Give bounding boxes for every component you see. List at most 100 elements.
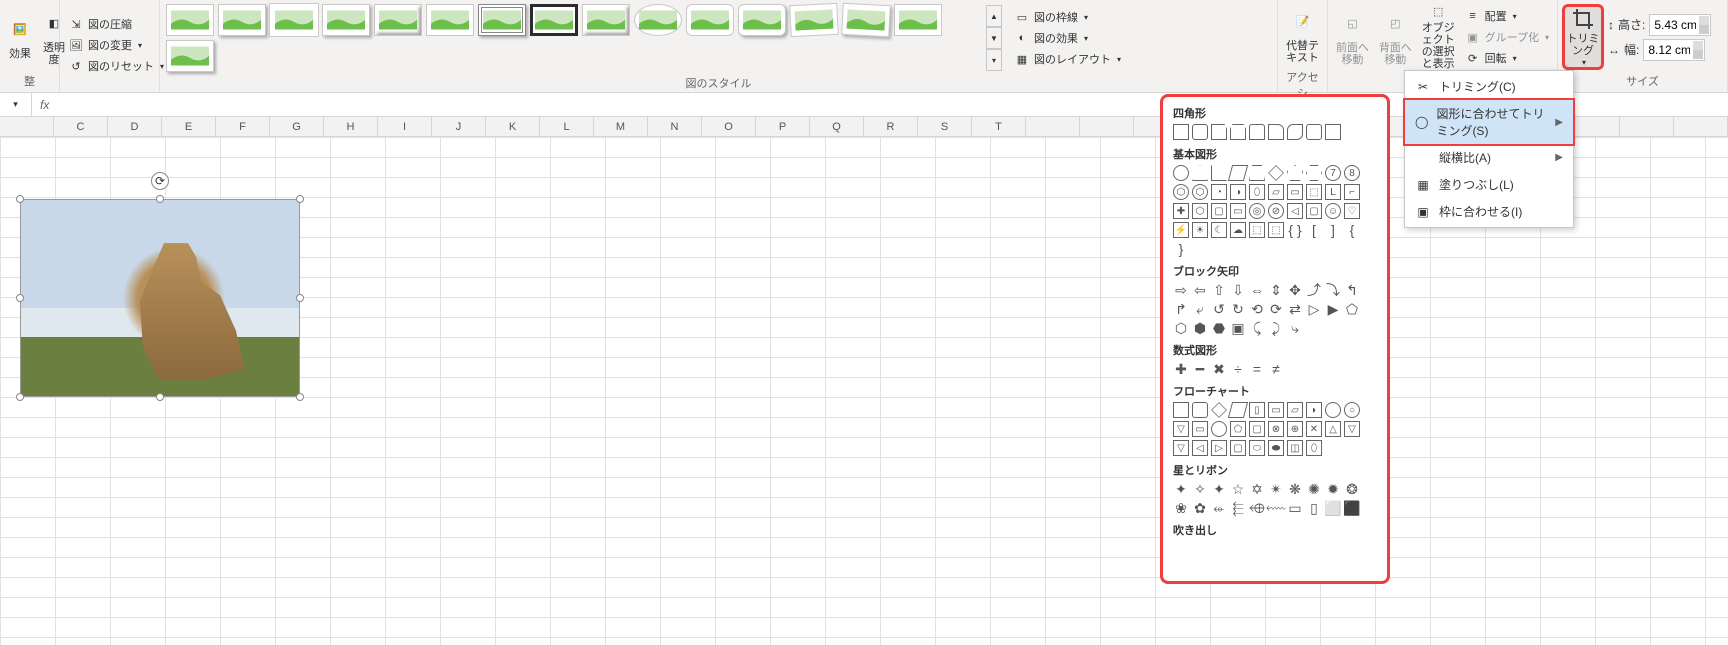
column-header[interactable] (1620, 117, 1674, 136)
rotation-handle[interactable]: ⟳ (151, 172, 169, 190)
shape-c6[interactable]: ♡ (1344, 203, 1360, 219)
column-header[interactable]: P (756, 117, 810, 136)
shape-st[interactable]: ❀ (1173, 500, 1189, 516)
gallery-scroll[interactable]: ▲ ▼ ▾ (986, 5, 1002, 71)
shape-roundrect[interactable] (1192, 124, 1208, 140)
resize-handle[interactable] (156, 195, 164, 203)
resize-handle[interactable] (16, 195, 24, 203)
shape-rb[interactable]: ▭ (1287, 500, 1303, 516)
column-header[interactable] (0, 117, 54, 136)
shape-ar[interactable]: ⇩ (1230, 282, 1246, 298)
shape-fc[interactable]: ✕ (1306, 421, 1322, 437)
column-header[interactable]: F (216, 117, 270, 136)
shape-fc[interactable] (1325, 402, 1341, 418)
shape-fc[interactable] (1173, 402, 1189, 418)
style-thumb[interactable] (166, 4, 214, 36)
shape-brace4[interactable]: { (1344, 222, 1360, 238)
shape-b10[interactable]: ⬡ (1192, 203, 1208, 219)
style-thumb[interactable] (582, 4, 630, 36)
column-header[interactable] (1080, 117, 1134, 136)
shape-hex[interactable] (1306, 165, 1322, 181)
shape-fc[interactable]: ▯ (1249, 402, 1265, 418)
crop-menu-crop[interactable]: ✂トリミング(C) (1405, 73, 1573, 100)
shape-rect[interactable] (1173, 124, 1189, 140)
shape-st[interactable]: ✡ (1249, 481, 1265, 497)
shape-ar[interactable]: ⬠ (1344, 301, 1360, 317)
picture-effects-button[interactable]: ◐図の効果▾ (1010, 28, 1125, 48)
resize-handle[interactable] (16, 393, 24, 401)
column-header[interactable]: R (864, 117, 918, 136)
column-header[interactable]: I (378, 117, 432, 136)
shape-st[interactable]: ✦ (1173, 481, 1189, 497)
shape-fc[interactable]: ⊗ (1268, 421, 1284, 437)
shape-b12[interactable]: ▭ (1230, 203, 1246, 219)
shape-n12[interactable]: ⬡ (1192, 184, 1208, 200)
resize-handle[interactable] (296, 294, 304, 302)
style-thumb[interactable] (841, 3, 891, 37)
column-header[interactable]: N (648, 117, 702, 136)
shape-c11[interactable]: ⬚ (1249, 222, 1265, 238)
shape-rb[interactable]: ▯ (1306, 500, 1322, 516)
style-thumb[interactable] (894, 4, 942, 36)
shape-fc[interactable]: ⬠ (1230, 421, 1246, 437)
shape-rb[interactable]: ⬱ (1230, 500, 1246, 516)
fx-icon[interactable]: fx (32, 98, 57, 112)
height-input[interactable] (1649, 14, 1711, 36)
gallery-down-icon[interactable]: ▼ (986, 27, 1002, 49)
column-header[interactable]: L (540, 117, 594, 136)
shape-c4[interactable]: ▢ (1306, 203, 1322, 219)
shape-fc[interactable]: ▢ (1249, 421, 1265, 437)
shape-fc[interactable]: ⬬ (1268, 440, 1284, 456)
shape-brace1[interactable]: { } (1287, 222, 1303, 238)
shape-st[interactable]: ✧ (1192, 481, 1208, 497)
shape-c10[interactable]: ☁ (1230, 222, 1246, 238)
shape-c8[interactable]: ☀ (1192, 222, 1208, 238)
resize-handle[interactable] (296, 393, 304, 401)
column-header[interactable] (1026, 117, 1080, 136)
shape-ar[interactable]: ▶ (1325, 301, 1341, 317)
align-button[interactable]: ≡配置▾ (1461, 6, 1553, 26)
shape-rect6[interactable] (1268, 124, 1284, 140)
column-header[interactable]: O (702, 117, 756, 136)
column-header[interactable] (1674, 117, 1728, 136)
shape-sniprect[interactable] (1211, 124, 1227, 140)
shape-st[interactable]: ✹ (1325, 481, 1341, 497)
shape-ar[interactable]: ⇧ (1211, 282, 1227, 298)
shape-ar[interactable]: ⇄ (1287, 301, 1303, 317)
shape-fc[interactable] (1228, 402, 1248, 418)
shape-eq[interactable]: = (1249, 361, 1265, 377)
selection-pane-button[interactable]: ⬚オブジェクトの選択と表示 (1418, 4, 1459, 70)
shape-ar[interactable]: ↻ (1230, 301, 1246, 317)
width-input[interactable] (1643, 39, 1705, 61)
shape-b1[interactable]: ◔ (1211, 184, 1227, 200)
shape-rect9[interactable] (1325, 124, 1341, 140)
column-header[interactable]: H (324, 117, 378, 136)
shape-c3[interactable]: ◁ (1287, 203, 1303, 219)
style-thumb[interactable] (686, 4, 734, 36)
shape-para[interactable] (1228, 165, 1248, 181)
shape-b11[interactable]: ▢ (1211, 203, 1227, 219)
resize-handle[interactable] (156, 393, 164, 401)
shape-fc[interactable]: ⊕ (1287, 421, 1303, 437)
shape-st[interactable]: ☆ (1230, 481, 1246, 497)
shape-fc[interactable]: △ (1325, 421, 1341, 437)
column-header[interactable]: S (918, 117, 972, 136)
shape-rtri[interactable] (1211, 165, 1227, 181)
style-thumb[interactable] (738, 4, 786, 36)
shape-diamond[interactable] (1268, 165, 1284, 181)
shape-c2[interactable]: ⊘ (1268, 203, 1284, 219)
crop-menu-aspect-ratio[interactable]: 縦横比(A)▶ (1405, 144, 1573, 171)
shape-fc[interactable]: ▷ (1211, 440, 1227, 456)
shape-ar[interactable]: ⤶ (1192, 301, 1208, 317)
shape-ar[interactable]: ⇕ (1268, 282, 1284, 298)
style-thumb[interactable] (166, 40, 214, 72)
shape-fc[interactable]: ▽ (1173, 440, 1189, 456)
shape-b3[interactable]: ⬯ (1249, 184, 1265, 200)
shape-ar[interactable]: ⤴ (1306, 282, 1322, 298)
shape-fc[interactable]: ▢ (1230, 440, 1246, 456)
shape-brace3[interactable]: ] (1325, 222, 1341, 238)
shape-ar[interactable]: ✥ (1287, 282, 1303, 298)
shape-eq[interactable]: ≠ (1268, 361, 1284, 377)
shape-c12[interactable]: ⬚ (1268, 222, 1284, 238)
shape-ar[interactable]: ↺ (1211, 301, 1227, 317)
